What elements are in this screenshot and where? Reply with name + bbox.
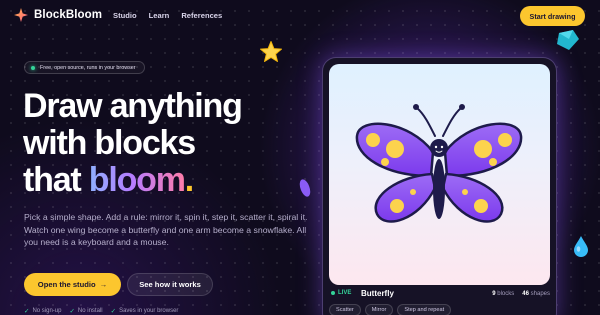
nav-link-learn[interactable]: Learn xyxy=(149,11,170,20)
brand-name: BlockBloom xyxy=(34,9,103,21)
sparkle-logo-icon xyxy=(14,8,28,22)
live-label: LIVE xyxy=(338,290,352,296)
headline-line-2: with blocks xyxy=(23,124,196,162)
shapes-label: shapes xyxy=(530,291,550,297)
petal-icon xyxy=(299,179,311,197)
check-icon: ✓ xyxy=(69,308,75,315)
nav-link-studio[interactable]: Studio xyxy=(113,11,137,20)
drop-icon xyxy=(574,236,588,257)
shapes-count: 46 xyxy=(522,291,529,297)
headline-accent-word: bloom xyxy=(88,161,186,199)
headline-prefix: that xyxy=(23,161,89,199)
drawing-title: Butterfly xyxy=(361,289,394,298)
headline-line-3: that bloom. xyxy=(23,162,242,199)
open-studio-label: Open the studio xyxy=(37,280,96,289)
arrow-right-icon: → xyxy=(99,280,108,289)
live-badge: LIVE xyxy=(331,290,351,296)
rule-chips: Scatter Mirror Step and repeat xyxy=(329,304,452,315)
rule-chip-step-repeat[interactable]: Step and repeat xyxy=(397,304,452,315)
badge-text: Free, open source, runs in your browser xyxy=(40,64,136,71)
drawing-stats: 9 blocks 46 shapes xyxy=(492,291,550,297)
open-source-badge: Free, open source, runs in your browser xyxy=(24,61,145,74)
rule-chip-mirror[interactable]: Mirror xyxy=(364,304,394,315)
star-icon xyxy=(260,41,282,62)
feature-label: Saves in your browser xyxy=(119,308,179,314)
check-icon: ✓ xyxy=(24,308,30,315)
butterfly-drawing xyxy=(355,104,523,223)
feature-label: No sign-up xyxy=(32,308,62,314)
blocks-count: 9 xyxy=(492,291,496,297)
canvas-preview-card: LIVE Butterfly 9 blocks 46 shapes Scatte… xyxy=(322,57,557,315)
brand-logo[interactable]: BlockBloom xyxy=(14,8,102,22)
live-dot-icon xyxy=(331,291,335,295)
blocks-label: blocks xyxy=(497,291,515,297)
blocks-stat: 9 blocks xyxy=(492,291,514,297)
card-info-bar: LIVE Butterfly 9 blocks 46 shapes xyxy=(331,289,550,302)
open-studio-button[interactable]: Open the studio → xyxy=(24,273,121,296)
gem-icon xyxy=(557,30,579,50)
feature-label: No install xyxy=(77,308,103,314)
feature-item: ✓ No install xyxy=(69,307,102,315)
how-it-works-button[interactable]: See how it works xyxy=(127,273,213,296)
headline-line-1: Draw anything xyxy=(23,87,243,125)
rule-chip-scatter[interactable]: Scatter xyxy=(329,304,361,315)
start-drawing-button[interactable]: Start drawing xyxy=(520,6,585,26)
feature-list: ✓ No sign-up ✓ No install ✓ Saves in your b… xyxy=(24,307,178,315)
status-dot-icon xyxy=(31,65,35,70)
hero-description: Pick a simple shape. Add a rule: mirror … xyxy=(24,212,308,248)
nav-link-references[interactable]: References xyxy=(181,11,222,20)
hero-headline: Draw anything with blocks that bloom. xyxy=(23,87,243,199)
nav-links: Studio Learn References xyxy=(113,11,222,20)
drawing-canvas[interactable] xyxy=(329,64,550,285)
feature-item: ✓ No sign-up xyxy=(24,307,61,315)
top-nav: BlockBloom Studio Learn References Start… xyxy=(0,0,600,32)
headline-period: . xyxy=(184,161,194,199)
feature-item: ✓ Saves in your browser xyxy=(111,307,179,315)
shapes-stat: 46 shapes xyxy=(522,291,550,297)
check-icon: ✓ xyxy=(110,308,117,315)
